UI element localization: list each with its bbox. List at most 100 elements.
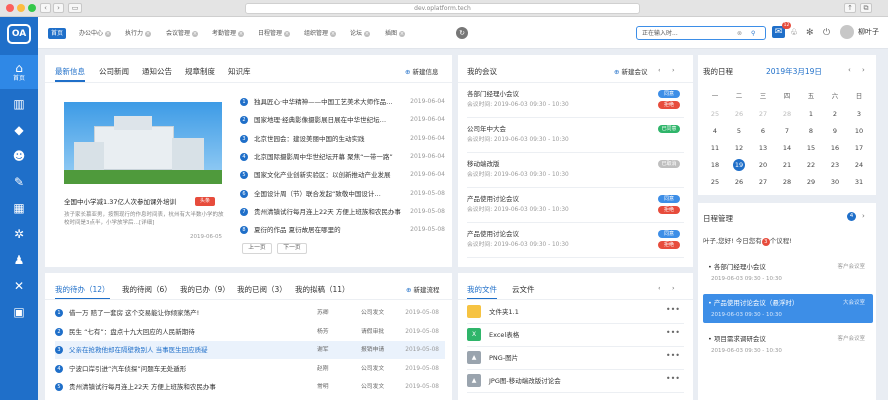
news-item[interactable]: 8 夏衍的作品 夏衍故居在哪里的 2019-05-08	[240, 222, 445, 240]
prev-page-button[interactable]: 上一页	[242, 243, 272, 254]
schedule-item[interactable]: • 项目需求调研会议 2019-06-03 09:30 - 10:30 客户会议室	[703, 330, 873, 359]
chat-icon[interactable]: ✎	[0, 175, 38, 189]
tag-icon[interactable]: ◆	[0, 123, 38, 137]
calendar-day[interactable]: 31	[847, 174, 871, 190]
close-icon[interactable]: ×	[145, 31, 152, 37]
calendar-day[interactable]: 5	[727, 123, 751, 139]
calendar-day[interactable]: 10	[847, 123, 871, 139]
next-page-button[interactable]: 下一页	[277, 243, 307, 254]
calendar-day[interactable]: 23	[823, 157, 847, 173]
close-icon[interactable]: ×	[105, 31, 112, 37]
calendar-day[interactable]: 26	[727, 106, 751, 122]
more-icon[interactable]: •••	[666, 375, 680, 383]
calendar-day[interactable]: 25	[703, 106, 727, 122]
table-row[interactable]: 1 借一万 赔了一套房 这个交易能让你倾家荡产! 苏卿 公司发文 2019-05-08	[55, 304, 445, 322]
tab-execution[interactable]: 执行力 ×	[122, 28, 154, 39]
news-item[interactable]: 2 国家地理·经典影像摄影展日展在中华世纪坛… 2019-06-04	[240, 112, 445, 130]
username[interactable]: 柳叶子	[858, 28, 879, 37]
next-arrow-icon[interactable]: ›	[672, 66, 675, 74]
calendar-day[interactable]: 6	[751, 123, 775, 139]
news-item[interactable]: 3 北京世园会：建设美丽中国的生动实践 2019-06-04	[240, 131, 445, 149]
tab-home[interactable]: 首页	[48, 28, 67, 39]
calendar-day[interactable]: 2	[823, 106, 847, 122]
calendar-day[interactable]: 13	[751, 140, 775, 156]
tab-cloud-files[interactable]: 云文件	[512, 284, 535, 295]
tools-icon[interactable]: ✕	[0, 279, 38, 293]
new-process-button[interactable]: ⊕ 新建流程	[406, 284, 440, 294]
monitor-icon[interactable]: ▣	[0, 305, 38, 319]
table-row[interactable]: 2 民生 “七有”：盘点十九大回应的人民新期待 杨芳 请假审批 2019-05-08	[55, 323, 445, 341]
tab-todo-4[interactable]: 我的拟稿（11）	[295, 284, 350, 295]
refresh-icon[interactable]: ↻	[456, 27, 468, 39]
calendar-day[interactable]: 12	[727, 140, 751, 156]
calendar-day[interactable]: 29	[799, 174, 823, 190]
next-arrow-icon[interactable]: ›	[862, 212, 865, 220]
calendar-day[interactable]: 18	[703, 157, 727, 173]
tab-my-files[interactable]: 我的文件	[467, 284, 497, 300]
tab-todo-0[interactable]: 我的待办（12）	[55, 284, 110, 300]
minimize-window-button[interactable]	[17, 4, 25, 12]
calendar-day[interactable]: 30	[823, 174, 847, 190]
close-window-button[interactable]	[6, 4, 14, 12]
calendar-day[interactable]: 21	[775, 157, 799, 173]
building-icon[interactable]: ▥	[0, 97, 38, 111]
calendar-day[interactable]: 27	[751, 106, 775, 122]
calendar-day[interactable]: 25	[703, 174, 727, 190]
calendar-day[interactable]: 17	[847, 140, 871, 156]
calendar-day[interactable]: 28	[775, 106, 799, 122]
next-month-icon[interactable]: ›	[862, 66, 865, 74]
schedule-item[interactable]: • 各部门经理小会议 2019-06-03 09:30 - 10:30 客户会议室	[703, 258, 873, 287]
close-icon[interactable]: ×	[399, 31, 406, 37]
tab-organization[interactable]: 组织管理 ×	[301, 28, 339, 39]
reject-button[interactable]: 拒绝	[658, 101, 680, 109]
tab-office[interactable]: 办公中心 ×	[76, 28, 114, 39]
more-icon[interactable]: •••	[666, 329, 680, 337]
reject-button[interactable]: 拒绝	[658, 206, 680, 214]
meeting-status-button[interactable]: 同意	[658, 195, 680, 203]
news-item[interactable]: 6 全国设计周（节）联合发起“致敬中国设计… 2019-05-08	[240, 186, 445, 204]
table-row[interactable]: 5 贵州清镇试行每月连上22天 方便上班族和农民办事 常明 公司发文 2019-05-0…	[55, 378, 445, 396]
forward-arrow-icon[interactable]: ›	[53, 3, 64, 13]
table-row[interactable]: 4 宁波口岸引进“汽车侦探”问题车无处遁形 赵刚 公司发文 2019-05-08	[55, 360, 445, 378]
tab-attendance[interactable]: 考勤管理 ×	[209, 28, 247, 39]
search-input[interactable]: 正在输入时... ⊗ ⚲	[636, 26, 766, 40]
tab-todo-1[interactable]: 我的待阅（6）	[122, 284, 172, 295]
calendar-day[interactable]: 28	[775, 174, 799, 190]
calendar-day[interactable]: 1	[799, 106, 823, 122]
calendar-day[interactable]: 8	[799, 123, 823, 139]
power-icon[interactable]: ⏻	[823, 27, 830, 39]
calendar-day[interactable]: 26	[727, 174, 751, 190]
meeting-status-button[interactable]: 同意	[658, 90, 680, 98]
meeting-status-button[interactable]: 同意	[658, 230, 680, 238]
close-icon[interactable]: ×	[284, 31, 291, 37]
meeting-status-button[interactable]: 已取消	[658, 160, 680, 168]
reject-button[interactable]: 拒绝	[658, 241, 680, 249]
tab-todo-2[interactable]: 我的已办（9）	[180, 284, 230, 295]
news-item[interactable]: 1 独具匠心·中华精神——中国工艺美术大师作品… 2019-06-04	[240, 94, 445, 112]
calendar-day[interactable]: 20	[751, 157, 775, 173]
meeting-status-button[interactable]: 已同意	[658, 125, 680, 133]
tab-knowledge[interactable]: 知识库	[228, 66, 251, 77]
calendar-month[interactable]: 2019年3月19日	[766, 66, 822, 77]
share-icon[interactable]: ↑	[844, 3, 856, 13]
calendar-day[interactable]: 7	[775, 123, 799, 139]
tab-todo-3[interactable]: 我的已阅（3）	[237, 284, 287, 295]
tabs-icon[interactable]: ⧉	[860, 3, 872, 13]
sidebar-toggle-icon[interactable]: ▭	[68, 3, 82, 13]
calendar-day[interactable]: 9	[823, 123, 847, 139]
news-item[interactable]: 5 国家文化产业创新实验区：以创新推动产业发展 2019-06-04	[240, 167, 445, 185]
prev-arrow-icon[interactable]: ‹	[658, 66, 661, 74]
search-icon[interactable]: ⚲	[751, 28, 755, 40]
address-bar[interactable]: dev.oplatform.tech	[245, 3, 640, 14]
calendar-day[interactable]: 15	[799, 140, 823, 156]
calendar-day[interactable]: 11	[703, 140, 727, 156]
calendar-day[interactable]: 22	[799, 157, 823, 173]
tab-rules[interactable]: 规章制度	[185, 66, 215, 77]
clear-icon[interactable]: ⊗	[737, 28, 742, 40]
app-logo[interactable]: OA	[7, 24, 31, 44]
new-meeting-button[interactable]: ⊕ 新建会议	[614, 66, 648, 76]
new-info-button[interactable]: ⊕ 新建信息	[405, 66, 439, 76]
calendar-day[interactable]: 4	[703, 123, 727, 139]
more-icon[interactable]: •••	[666, 352, 680, 360]
calendar-day[interactable]: 27	[751, 174, 775, 190]
